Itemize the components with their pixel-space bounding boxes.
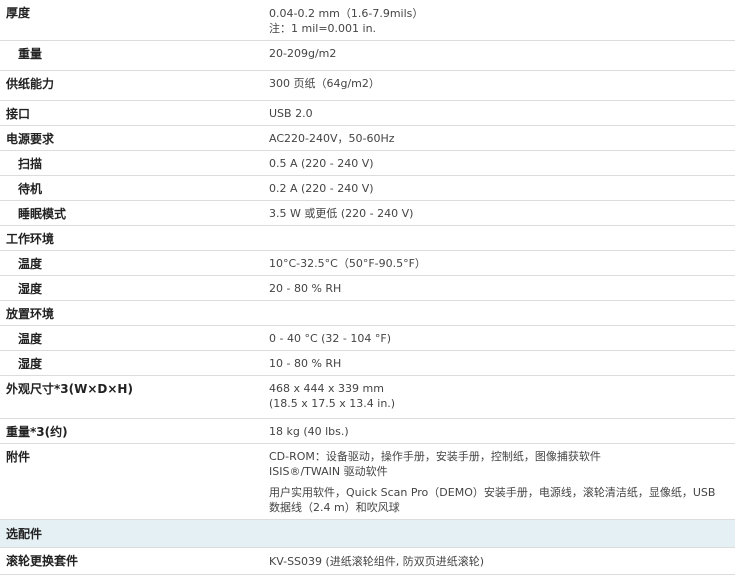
spec-value: 0.5 A (220 - 240 V) — [269, 157, 374, 170]
spec-value: 20 - 80 % RH — [269, 282, 342, 295]
spec-value: 10°C-32.5°C（50°F-90.5°F） — [269, 257, 426, 270]
spec-label: 放置环境 — [6, 307, 55, 321]
spec-value: 18 kg (40 lbs.) — [269, 425, 349, 438]
spec-value-line: 用户实用软件，Quick Scan Pro（DEMO）安装手册，电源线，滚轮清洁… — [269, 486, 716, 499]
spec-value-line: 468 x 444 x 339 mm — [269, 382, 384, 395]
spec-label: 温度 — [18, 332, 43, 346]
spec-value-line: 注：1 mil=0.001 in. — [269, 22, 377, 35]
spec-value: 0.2 A (220 - 240 V) — [269, 182, 374, 195]
spec-value: KV-SS039 (进纸滚轮组件, 防双页进纸滚轮) — [269, 555, 485, 568]
spec-value-line: 数据线（2.4 m）和吹风球 — [269, 501, 400, 514]
spec-label: 电源要求 — [6, 132, 55, 146]
spec-row-interface: 接口 USB 2.0 — [0, 101, 735, 126]
spec-label: 扫描 — [18, 157, 43, 171]
spec-row-storage-temp: 温度 0 - 40 °C (32 - 104 °F) — [0, 326, 735, 351]
spec-row-feeder: 供纸能力 300 页纸（64g/m2） — [0, 71, 735, 101]
spec-value: 0 - 40 °C (32 - 104 °F) — [269, 332, 391, 345]
spec-value: 20-209g/m2 — [269, 47, 337, 60]
spec-value-line: 0.04-0.2 mm（1.6-7.9mils） — [269, 7, 424, 20]
spec-row-roller-kit: 滚轮更换套件 KV-SS039 (进纸滚轮组件, 防双页进纸滚轮) — [0, 548, 735, 575]
spec-value: 468 x 444 x 339 mm (18.5 x 17.5 x 13.4 i… — [269, 382, 735, 410]
spec-row-dimensions: 外观尺寸*3(W×D×H) 468 x 444 x 339 mm (18.5 x… — [0, 376, 735, 419]
spec-label: 湿度 — [18, 282, 43, 296]
spec-row-standby-power: 待机 0.2 A (220 - 240 V) — [0, 176, 735, 201]
spec-label: 重量 — [18, 47, 43, 61]
spec-value: USB 2.0 — [269, 107, 313, 120]
section-title: 选配件 — [6, 527, 43, 541]
spec-value: 0.04-0.2 mm（1.6-7.9mils） 注：1 mil=0.001 i… — [269, 7, 735, 35]
spec-label: 供纸能力 — [6, 77, 55, 91]
spec-value: 300 页纸（64g/m2） — [269, 77, 380, 90]
spec-row-operating-env: 工作环境 — [0, 226, 735, 251]
spec-row-operating-temp: 温度 10°C-32.5°C（50°F-90.5°F） — [0, 251, 735, 276]
spec-label: 接口 — [6, 107, 31, 121]
spec-label: 温度 — [18, 257, 43, 271]
spec-label: 睡眠模式 — [18, 207, 67, 221]
spec-value: CD-ROM：设备驱动，操作手册，安装手册，控制纸，图像捕获软件 ISIS®/T… — [269, 450, 735, 514]
spec-row-paper-weight: 重量 20-209g/m2 — [0, 41, 735, 71]
spec-label: 重量*3(约) — [6, 425, 68, 439]
spec-value: AC220-240V，50-60Hz — [269, 132, 395, 145]
spec-label: 滚轮更换套件 — [6, 554, 79, 568]
spec-label: 工作环境 — [6, 232, 55, 246]
spec-row-thickness: 厚度 0.04-0.2 mm（1.6-7.9mils） 注：1 mil=0.00… — [0, 0, 735, 41]
spec-row-sleep-power: 睡眠模式 3.5 W 或更低 (220 - 240 V) — [0, 201, 735, 226]
spec-value: 3.5 W 或更低 (220 - 240 V) — [269, 207, 414, 220]
spec-label: 厚度 — [6, 6, 31, 20]
spec-value-line: ISIS®/TWAIN 驱动软件 — [269, 465, 388, 478]
spec-value-line: CD-ROM：设备驱动，操作手册，安装手册，控制纸，图像捕获软件 — [269, 450, 601, 463]
spec-table: 厚度 0.04-0.2 mm（1.6-7.9mils） 注：1 mil=0.00… — [0, 0, 735, 575]
spec-row-mass: 重量*3(约) 18 kg (40 lbs.) — [0, 419, 735, 444]
options-section-header: 选配件 — [0, 520, 735, 548]
spec-row-accessories: 附件 CD-ROM：设备驱动，操作手册，安装手册，控制纸，图像捕获软件 ISIS… — [0, 444, 735, 520]
spec-label: 附件 — [6, 450, 31, 464]
spec-row-operating-humidity: 湿度 20 - 80 % RH — [0, 276, 735, 301]
spec-row-storage-humidity: 湿度 10 - 80 % RH — [0, 351, 735, 376]
spec-row-storage-env: 放置环境 — [0, 301, 735, 326]
spec-row-scan-power: 扫描 0.5 A (220 - 240 V) — [0, 151, 735, 176]
spec-label: 湿度 — [18, 357, 43, 371]
spec-row-power: 电源要求 AC220-240V，50-60Hz — [0, 126, 735, 151]
spec-value-line: (18.5 x 17.5 x 13.4 in.) — [269, 397, 396, 410]
spec-value: 10 - 80 % RH — [269, 357, 342, 370]
spec-label: 外观尺寸*3(W×D×H) — [6, 382, 133, 396]
spec-label: 待机 — [18, 182, 43, 196]
